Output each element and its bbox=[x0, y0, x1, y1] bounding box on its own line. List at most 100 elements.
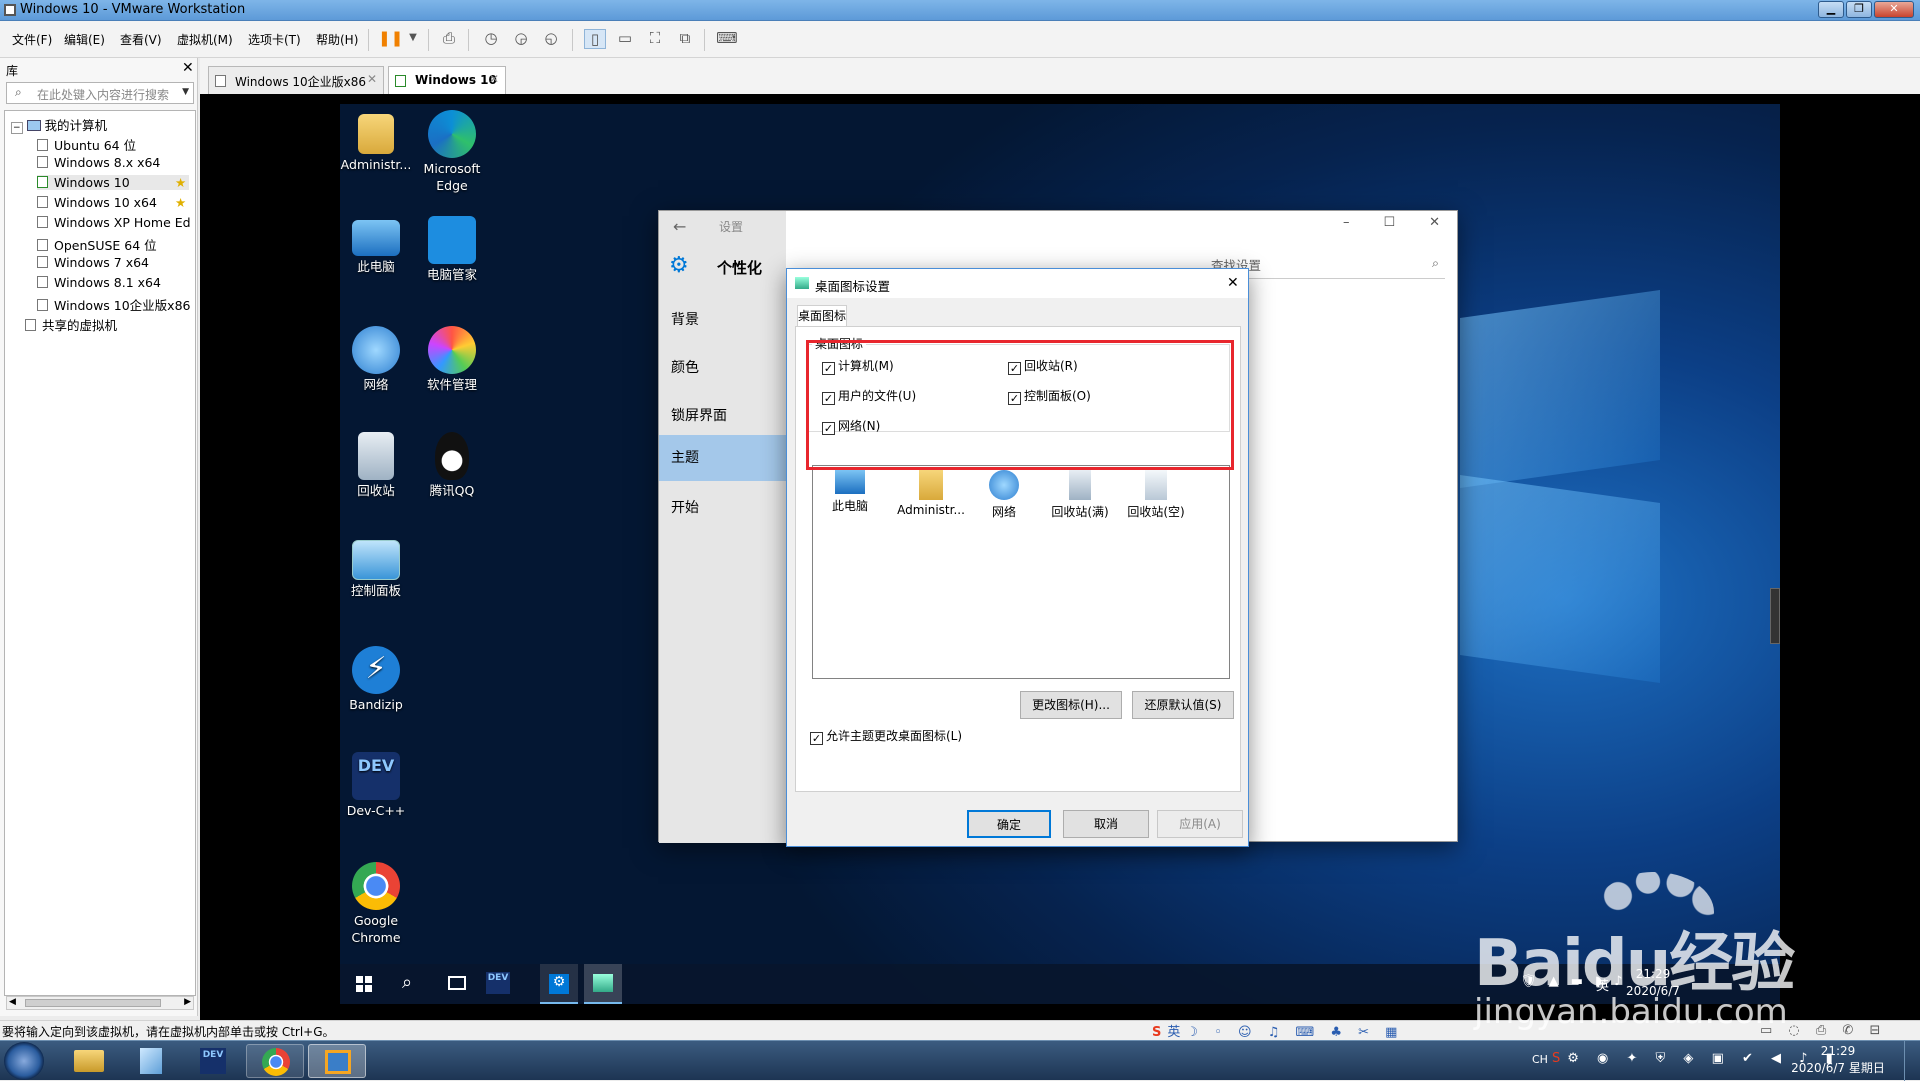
ok-button[interactable]: 确定 bbox=[967, 810, 1051, 838]
computer-icon bbox=[352, 220, 400, 256]
snapshot-icon[interactable]: ◷ bbox=[480, 29, 502, 49]
console-icon[interactable]: ⌨ bbox=[716, 29, 738, 49]
taskbar-desktop-icon-settings-button[interactable] bbox=[584, 964, 622, 1004]
host-lang-indicator[interactable]: CH bbox=[1532, 1053, 1548, 1066]
menu-view[interactable]: 查看(V) bbox=[120, 31, 162, 48]
scrollbar-thumb[interactable] bbox=[25, 999, 161, 1007]
settings-window-controls[interactable]: –☐✕ bbox=[1343, 215, 1474, 230]
desktop-icon-this-pc[interactable]: 此电脑 bbox=[337, 220, 415, 275]
guest-tray-icons[interactable]: 🛡 ▲ ▬ ◗ ♪ bbox=[1520, 974, 1626, 989]
unity-icon[interactable]: ⧉ bbox=[674, 29, 696, 49]
back-arrow-icon[interactable]: ← bbox=[673, 217, 686, 236]
tree-vm-item-selected[interactable]: Windows 10 ★ bbox=[37, 175, 189, 190]
desktop-icon-administrator[interactable]: Administr... bbox=[337, 114, 415, 173]
desktop-icon-network[interactable]: 网络 bbox=[337, 326, 415, 393]
desktop-icon-bandizip[interactable]: ⚡ Bandizip bbox=[337, 646, 415, 713]
preview-item-recycle-full[interactable]: 回收站(满) bbox=[1043, 470, 1117, 520]
ime-toolbar[interactable]: S英☽ ◦ ☺ ♫ ⌨ ♣ ✂ ▦ bbox=[1152, 1021, 1397, 1040]
nav-themes[interactable]: 主题 bbox=[659, 435, 786, 481]
search-icon[interactable]: ⌕ bbox=[402, 972, 412, 993]
scroll-right-icon[interactable]: ▶ bbox=[184, 997, 191, 1007]
preview-item-this-pc[interactable]: 此电脑 bbox=[813, 470, 887, 514]
tree-root[interactable]: − 我的计算机 bbox=[11, 115, 107, 134]
desktop-icon-chrome[interactable]: Google Chrome bbox=[337, 862, 415, 946]
tree-vm-item[interactable]: Windows 8.x x64 bbox=[37, 155, 160, 170]
tab-windows10-enterprise[interactable]: Windows 10企业版x86 ✕ bbox=[208, 66, 384, 94]
snapshot-manager-icon[interactable]: ◵ bbox=[540, 29, 562, 49]
menu-vm[interactable]: 虚拟机(M) bbox=[177, 31, 233, 48]
preview-item-network[interactable]: 网络 bbox=[967, 470, 1041, 520]
chevron-down-icon[interactable]: ▼ bbox=[402, 32, 424, 52]
desktop-icon-recycle-bin[interactable]: 回收站 bbox=[337, 432, 415, 499]
library-search-input[interactable]: ⌕ 在此处键入内容进行搜索 ▼ bbox=[6, 82, 194, 104]
tree-vm-item[interactable]: Ubuntu 64 位 bbox=[37, 135, 136, 154]
tab-desktop-icons[interactable]: 桌面图标 bbox=[797, 305, 847, 327]
menu-file[interactable]: 文件(F) bbox=[12, 31, 52, 48]
close-button[interactable]: ✕ bbox=[1874, 1, 1914, 18]
tree-shared-item[interactable]: 共享的虚拟机 bbox=[25, 315, 117, 334]
tab-windows10[interactable]: Windows 10 ✕ bbox=[388, 66, 506, 94]
menu-tabs[interactable]: 选项卡(T) bbox=[248, 31, 301, 48]
tree-vm-item[interactable]: Windows XP Home Ed bbox=[37, 215, 191, 230]
ime-lang: 英 bbox=[1167, 1025, 1187, 1040]
taskbar-settings-button[interactable]: ⚙ bbox=[540, 964, 578, 1004]
scroll-left-icon[interactable]: ◀ bbox=[9, 997, 16, 1007]
chevron-down-icon[interactable]: ▼ bbox=[182, 87, 189, 97]
collapse-icon[interactable]: − bbox=[11, 122, 23, 134]
taskbar-notepad[interactable] bbox=[122, 1044, 180, 1078]
desktop-icon-label: 软件管理 bbox=[426, 377, 477, 392]
task-view-icon[interactable] bbox=[448, 976, 466, 990]
nav-background[interactable]: 背景 bbox=[659, 297, 786, 343]
devcpp-icon[interactable]: DEV bbox=[486, 972, 510, 994]
pause-icon[interactable]: ❚❚ bbox=[378, 29, 403, 49]
library-scrollbar[interactable]: ◀ ▶ bbox=[6, 996, 194, 1010]
tree-vm-item[interactable]: Windows 8.1 x64 bbox=[37, 275, 161, 290]
tree-vm-item[interactable]: OpenSUSE 64 位 bbox=[37, 235, 157, 254]
preview-item-recycle-empty[interactable]: 回收站(空) bbox=[1119, 470, 1193, 520]
desktop-icon-edge[interactable]: Microsoft Edge bbox=[413, 110, 491, 194]
close-icon[interactable]: ✕ bbox=[182, 60, 194, 76]
desktop-icon-control-panel[interactable]: 控制面板 bbox=[337, 540, 415, 599]
taskbar-vmware[interactable] bbox=[308, 1044, 366, 1078]
nav-start[interactable]: 开始 bbox=[659, 485, 786, 531]
menu-help[interactable]: 帮助(H) bbox=[316, 31, 358, 48]
icon-preview-list[interactable]: 此电脑 Administr... 网络 回收站(满) 回收站(空) bbox=[812, 465, 1230, 679]
fullscreen-icon[interactable]: ⛶ bbox=[644, 29, 666, 49]
taskbar-explorer[interactable] bbox=[60, 1044, 118, 1078]
minimize-button[interactable]: ▁ bbox=[1818, 1, 1844, 18]
tree-vm-item[interactable]: Windows 10企业版x86 bbox=[37, 295, 190, 314]
show-desktop-button[interactable] bbox=[1904, 1041, 1920, 1081]
desktop-icon-devcpp[interactable]: DEV Dev-C++ bbox=[337, 752, 415, 819]
windows-start-icon[interactable] bbox=[356, 976, 372, 992]
desktop-icon-qq[interactable]: 腾讯QQ bbox=[413, 432, 491, 499]
change-icon-button[interactable]: 更改图标(H)... bbox=[1020, 691, 1122, 719]
tree-vm-item[interactable]: Windows 7 x64 bbox=[37, 255, 149, 270]
windows-start-icon[interactable] bbox=[4, 1042, 44, 1080]
desktop-icon-software-manager[interactable]: 软件管理 bbox=[413, 326, 491, 393]
guest-clock[interactable]: 21:29 2020/6/7 bbox=[1618, 966, 1688, 1000]
revert-snapshot-icon[interactable]: ◶ bbox=[510, 29, 532, 49]
thumbnail-view-icon[interactable]: ▭ bbox=[614, 29, 636, 49]
vm-side-handle[interactable] bbox=[1770, 588, 1780, 644]
close-icon[interactable]: ✕ bbox=[367, 72, 377, 86]
cancel-button[interactable]: 取消 bbox=[1063, 810, 1149, 838]
nav-colors[interactable]: 颜色 bbox=[659, 345, 786, 391]
host-clock[interactable]: 21:29 2020/6/7 星期日 bbox=[1790, 1043, 1886, 1077]
nav-lock-screen[interactable]: 锁屏界面 bbox=[659, 393, 786, 439]
menu-edit[interactable]: 编辑(E) bbox=[64, 31, 105, 48]
star-icon: ★ bbox=[175, 175, 187, 190]
restore-default-button[interactable]: 还原默认值(S) bbox=[1132, 691, 1234, 719]
send-keys-icon[interactable]: ⎙ bbox=[438, 29, 460, 49]
taskbar-chrome[interactable] bbox=[246, 1044, 304, 1078]
checkbox-allow-theme[interactable]: ✓ 允许主题更改桌面图标(L) bbox=[810, 727, 962, 745]
taskbar-devcpp[interactable]: DEV bbox=[184, 1044, 242, 1078]
vm-device-icons[interactable]: ▭ ◌ ⎙ ✆ ⊟ bbox=[1760, 1023, 1886, 1038]
library-view-icon[interactable]: ▯ bbox=[584, 29, 606, 49]
guest-ime-indicator[interactable]: 英 bbox=[1596, 975, 1609, 994]
tree-vm-item[interactable]: Windows 10 x64 ★ bbox=[37, 195, 189, 210]
desktop-icon-pc-manager[interactable]: 电脑管家 bbox=[413, 216, 491, 283]
maximize-button[interactable]: ❐ bbox=[1846, 1, 1872, 18]
preview-item-administrator[interactable]: Administr... bbox=[887, 470, 975, 517]
close-icon[interactable]: ✕ bbox=[489, 72, 499, 86]
close-icon[interactable]: ✕ bbox=[1227, 275, 1239, 291]
